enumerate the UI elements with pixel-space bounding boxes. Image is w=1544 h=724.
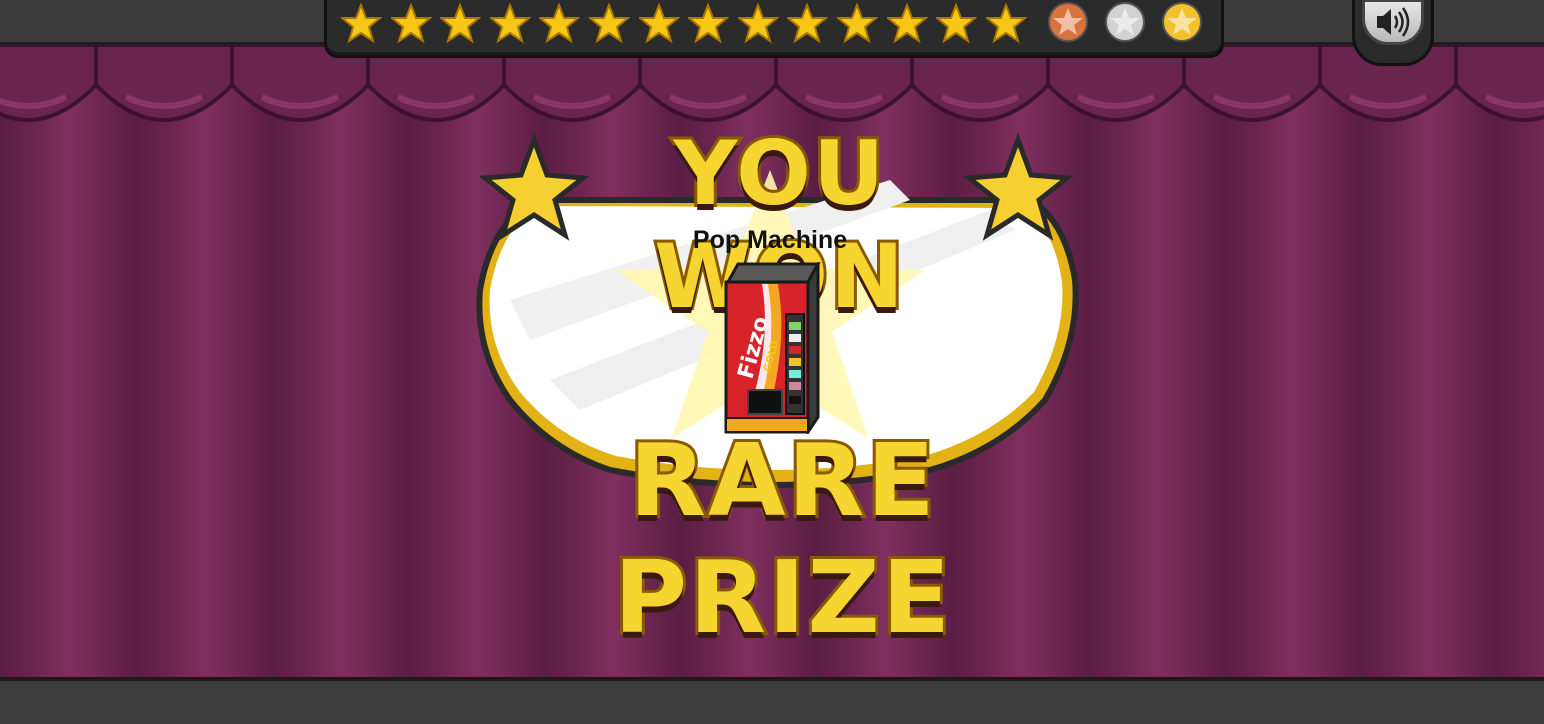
bronze-medal-icon [1048,2,1088,42]
medal-row [1047,1,1203,43]
star-icon [836,3,878,44]
star-icon [390,3,432,44]
star-icon [787,3,829,44]
star-icon [440,3,482,44]
star-icon [539,3,581,44]
star-icon [985,3,1027,44]
star-progress-tray [324,0,1224,58]
silver-medal-icon [1105,2,1145,42]
curtain-swag [1454,45,1544,122]
star-icon [886,3,928,44]
star-icon [588,3,630,44]
sound-button-face[interactable] [1362,0,1424,45]
star-icon [737,3,779,44]
star-icon [936,3,978,44]
prize-item-name: Pop Machine [692,226,848,254]
speaker-icon [1377,7,1410,37]
pop-machine-image: Fizzo GOLD [724,262,821,434]
gold-medal-icon [1162,2,1202,42]
rare-prize-banner: RARE PRIZE [611,419,953,659]
star-icon [341,3,382,44]
prize-stage: YOU WON Pop Machine Fizzo GOLD RARE PRIZ… [470,119,1090,659]
star-icon [638,3,680,44]
star-row [341,3,1027,44]
star-icon [688,3,730,44]
star-icon [489,3,531,44]
bottom-bar [0,677,1544,724]
curtain-swag [0,45,98,122]
sound-button[interactable] [1352,0,1434,66]
